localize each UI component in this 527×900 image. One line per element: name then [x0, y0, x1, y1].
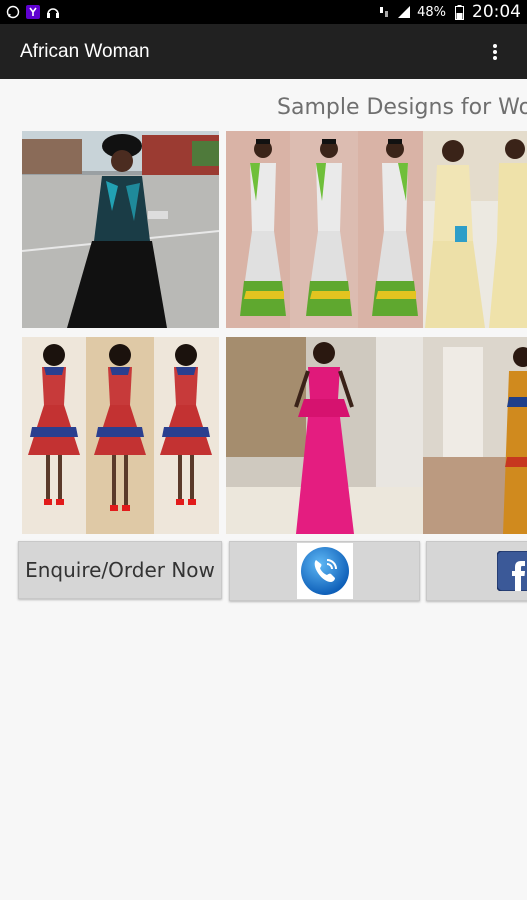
facebook-button[interactable] [426, 541, 527, 601]
battery-icon [452, 4, 466, 20]
section-heading: Sample Designs for Wom [277, 95, 527, 120]
clock-time: 20:04 [472, 2, 521, 22]
photo-print-skater-dresses[interactable] [22, 337, 219, 534]
photo-black-teal-gown[interactable] [22, 131, 219, 328]
status-left-icons [6, 5, 60, 19]
app-bar: African Woman [0, 24, 527, 79]
headphones-icon [46, 5, 60, 19]
photo-print-mermaid-dresses[interactable] [226, 131, 423, 328]
facebook-icon [496, 550, 527, 592]
phone-call-icon [296, 543, 353, 599]
call-button[interactable] [229, 541, 420, 601]
overflow-menu-icon[interactable] [483, 40, 507, 64]
yahoo-icon [26, 5, 40, 19]
signal-icon [397, 5, 411, 19]
battery-percent: 48% [417, 4, 446, 20]
photo-cream-lace-gowns[interactable] [423, 131, 527, 328]
enquire-order-label: Enquire/Order Now [25, 558, 215, 582]
app-title: African Woman [20, 40, 150, 62]
photo-pink-peplum-gown[interactable] [226, 337, 423, 534]
whatsapp-icon [6, 5, 20, 19]
status-right-icons: 48% 20:04 [377, 2, 521, 22]
photo-print-gown-partial[interactable] [423, 337, 527, 534]
status-bar: 48% 20:04 [0, 0, 527, 24]
main-content[interactable]: Sample Designs for Wom Enquire/Order Now [0, 79, 527, 900]
data-transfer-icon [377, 5, 391, 19]
enquire-order-button[interactable]: Enquire/Order Now [18, 541, 222, 599]
